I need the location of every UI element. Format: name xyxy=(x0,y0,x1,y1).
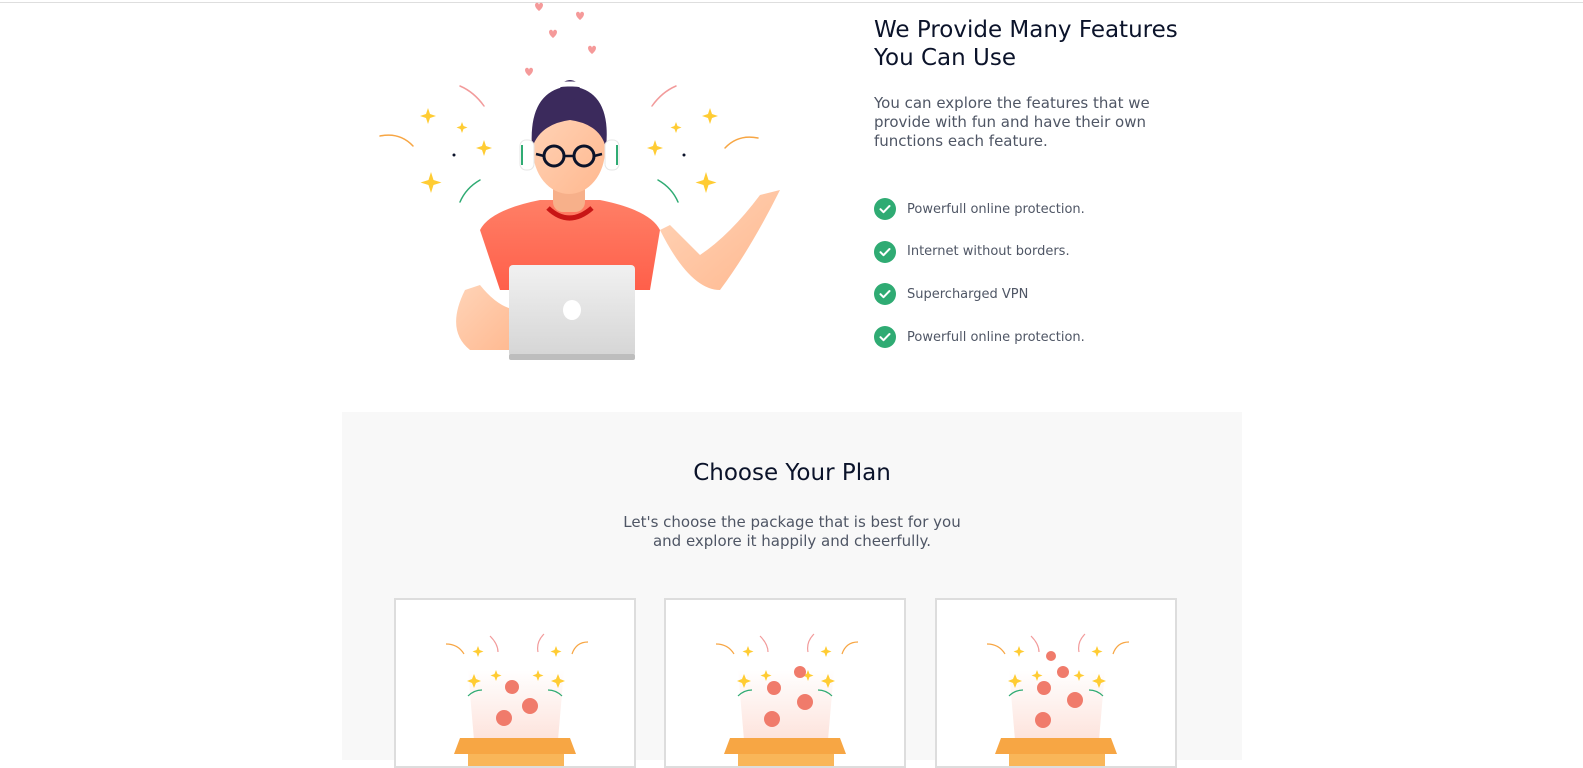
check-circle-icon xyxy=(874,240,896,263)
features-title-line1: We Provide Many Features xyxy=(874,17,1178,43)
feature-list: Powerfull online protection. Internet wi… xyxy=(874,198,1204,369)
check-circle-icon xyxy=(874,198,896,220)
feature-label: Powerfull online protection. xyxy=(907,201,1085,217)
plan-card-3[interactable] xyxy=(935,598,1177,768)
pricing-section: Choose Your Plan Let's choose the packag… xyxy=(342,412,1242,768)
plans-title: Choose Your Plan xyxy=(693,460,891,486)
list-item: Internet without borders. xyxy=(874,240,1204,263)
list-item: Powerfull online protection. xyxy=(874,198,1204,220)
list-item: Powerfull online protection. xyxy=(874,326,1204,349)
feature-label: Supercharged VPN xyxy=(907,286,1029,302)
feature-label: Powerfull online protection. xyxy=(907,329,1085,345)
list-item: Supercharged VPN xyxy=(874,283,1204,306)
plans-subtitle-line2: and explore it happily and cheerfully. xyxy=(652,532,932,550)
features-title-line2: You Can Use xyxy=(874,45,1016,71)
gift-box-illustration xyxy=(715,633,859,766)
feature-label: Internet without borders. xyxy=(907,244,1070,260)
plan-card-2[interactable] xyxy=(664,598,906,768)
person-with-laptop-illustration xyxy=(379,2,780,360)
features-title: We Provide Many Features You Can Use xyxy=(874,16,1204,72)
plan-card-1[interactable] xyxy=(394,598,636,768)
check-circle-icon xyxy=(874,326,896,349)
gift-box-illustration xyxy=(986,633,1130,766)
features-section: We Provide Many Features You Can Use You… xyxy=(874,16,1204,151)
plans-subtitle: Let's choose the package that is best fo… xyxy=(592,513,992,551)
plans-subtitle-line1: Let's choose the package that is best fo… xyxy=(623,513,961,531)
gift-box-illustration xyxy=(445,633,589,766)
check-circle-icon xyxy=(874,283,896,306)
features-description: You can explore the features that we pro… xyxy=(874,94,1150,150)
